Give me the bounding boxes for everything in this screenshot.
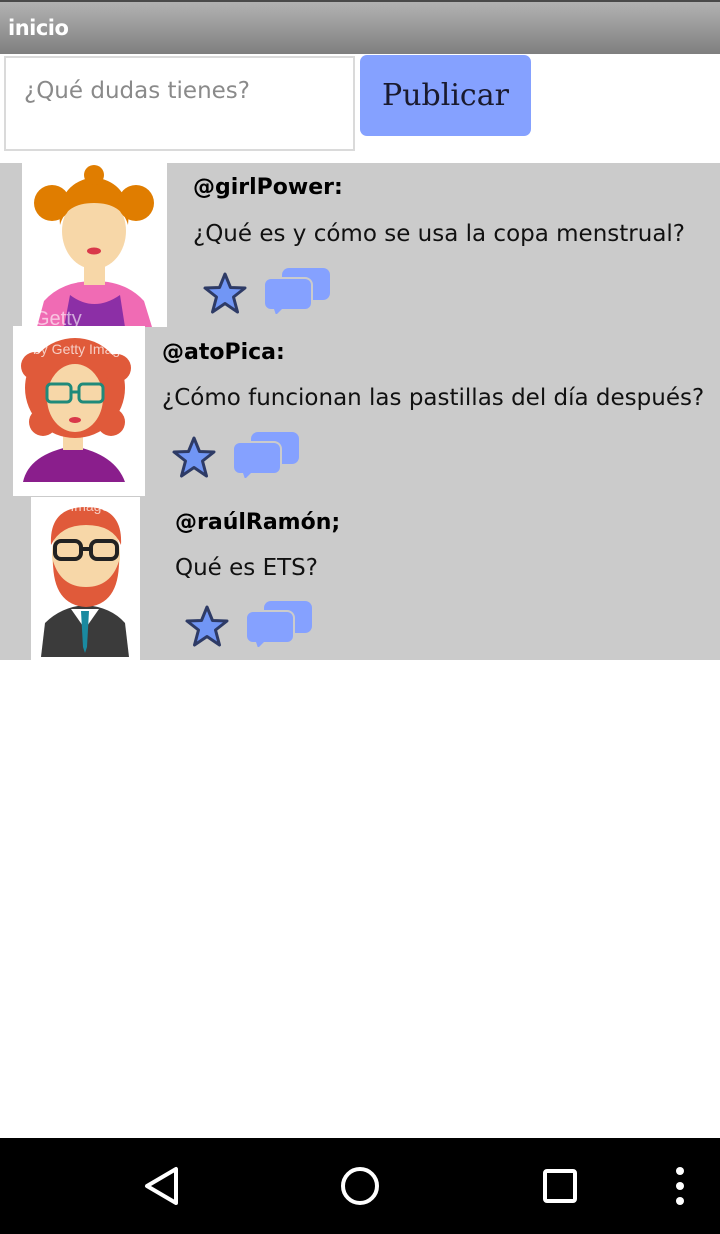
recents-icon[interactable] [540,1166,580,1210]
favorite-star-icon[interactable] [171,435,217,479]
question-input[interactable]: ¿Qué dudas tienes? [4,56,355,151]
home-icon[interactable] [338,1164,382,1212]
app-title: inicio [8,16,69,40]
more-icon[interactable] [670,1164,690,1212]
avatar-raulramon[interactable]: Getty Image [31,497,140,660]
comments-icon[interactable] [244,599,314,647]
woman-curly-red-hair-avatar: by Getty Image [21,338,131,482]
system-navigation-bar [0,1138,720,1234]
post-username[interactable]: @raúlRamón; [175,510,340,535]
post-username[interactable]: @atoPica: [162,340,285,365]
post-question[interactable]: Qué es ETS? [175,555,318,581]
back-icon[interactable] [140,1164,184,1212]
post-question[interactable]: ¿Cómo funcionan las pastillas del día de… [162,385,704,411]
woman-orange-hair-avatar: Getty [34,165,154,327]
favorite-star-icon[interactable] [184,604,230,648]
app-title-bar: inicio [0,0,720,54]
comments-icon[interactable] [231,430,301,478]
post-username[interactable]: @girlPower: [193,175,343,200]
man-red-beard-avatar: Getty Image [33,498,129,657]
post-question[interactable]: ¿Qué es y cómo se usa la copa menstrual? [193,221,685,247]
favorite-star-icon[interactable] [202,271,248,315]
svg-text:Getty: Getty [34,308,82,327]
comments-icon[interactable] [262,266,332,314]
avatar-girlpower[interactable]: Getty [22,163,167,327]
question-input-placeholder: ¿Qué dudas tienes? [24,78,250,104]
svg-text:by Getty Image: by Getty Image [33,341,128,357]
posts-feed: Getty @girlPower: ¿Qué es y cómo se usa … [0,163,720,660]
avatar-atopica[interactable]: by Getty Image [13,326,145,496]
svg-text:Getty Image: Getty Image [33,498,109,514]
publish-button[interactable]: Publicar [360,55,531,136]
